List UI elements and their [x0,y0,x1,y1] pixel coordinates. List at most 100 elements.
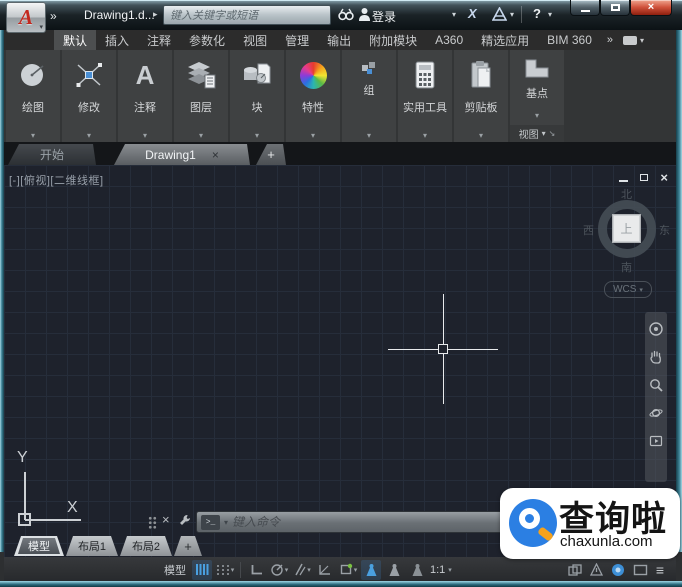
hardware-acceleration-icon[interactable] [611,563,625,577]
quick-access-overflow-button[interactable]: » [50,9,57,23]
layout-tab-layout1[interactable]: 布局1 [66,536,118,556]
quick-access-expand-icon[interactable]: ▸ [153,9,158,20]
compass-south[interactable]: 南 [621,259,632,275]
graphics-performance-icon[interactable] [590,563,603,576]
panel-annotate[interactable]: A 注释 ▾ [118,50,172,142]
ribbon-tab-bim360[interactable]: BIM 360 [538,30,601,50]
viewport-minimize-icon[interactable] [619,180,628,182]
panel-flyout-icon[interactable]: ▾ [174,131,228,140]
ribbon-tab-parametric[interactable]: 参数化 [180,30,234,50]
snap-mode-toggle[interactable]: ▾ [215,560,235,580]
command-dock-grip[interactable] [148,516,157,530]
panel-flyout-icon[interactable]: ▾ [510,111,564,120]
command-prompt-icon[interactable]: >_ [201,515,220,530]
view-panel-title[interactable]: 视图 ▾ ↘ [510,125,564,142]
user-icon[interactable] [358,7,371,27]
panel-flyout-icon[interactable]: ▾ [62,131,116,140]
new-drawing-tab-button[interactable]: + [256,144,286,165]
model-space-button[interactable]: 模型 [164,562,186,578]
panel-flyout-icon[interactable]: ▾ [230,131,284,140]
compass-north[interactable]: 北 [621,186,632,202]
scale-chevron-icon[interactable]: ▾ [448,566,452,574]
a360-chevron-icon[interactable]: ▾ [510,10,514,19]
ribbon-tab-annotate[interactable]: 注释 [138,30,180,50]
panel-flyout-icon[interactable]: ▾ [342,131,396,140]
recent-commands-chevron-icon[interactable]: ▾ [224,518,228,527]
search-input[interactable] [164,7,330,25]
object-snap-toggle[interactable]: ▾ [338,560,358,580]
viewport-menu-control[interactable]: [-] [9,175,20,187]
panel-utilities[interactable]: 实用工具 ▾ [398,50,452,142]
wcs-dropdown[interactable]: WCS ▾ [604,281,652,298]
annotation-scale-value[interactable]: 1:1 [430,564,445,576]
autodesk-exchange-icon[interactable]: X [468,6,477,21]
panel-draw[interactable]: 绘图 ▾ [6,50,60,142]
close-button[interactable]: × [630,0,672,16]
ribbon-tab-view[interactable]: 视图 [234,30,276,50]
panel-launcher-icon[interactable]: ↘ [549,129,556,138]
isometric-drafting-toggle[interactable]: ▾ [292,560,312,580]
showmotion-icon[interactable] [649,434,663,448]
file-tab-drawing1[interactable]: Drawing1 × [114,144,250,165]
help-icon[interactable]: ? [533,6,541,21]
new-layout-button[interactable]: + [174,536,202,556]
isolate-objects-icon[interactable] [568,564,582,576]
annotation-autoscale-toggle[interactable] [384,560,404,580]
customization-menu-icon[interactable]: ≡ [656,562,664,578]
panel-flyout-icon[interactable]: ▾ [454,131,508,140]
ribbon-tab-default[interactable]: 默认 [54,30,96,50]
file-tab-start[interactable]: 开始 [8,144,96,165]
panel-layers[interactable]: 图层 ▾ [174,50,228,142]
full-navigation-wheel-icon[interactable] [649,322,663,336]
clean-screen-icon[interactable] [633,564,648,576]
sign-in-button[interactable]: 登录 [372,8,396,25]
polar-tracking-toggle[interactable]: ▾ [269,560,289,580]
panel-flyout-icon[interactable]: ▾ [398,131,452,140]
panel-clipboard[interactable]: 剪贴板 ▾ [454,50,508,142]
panel-properties[interactable]: 特性 ▾ [286,50,340,142]
ortho-mode-toggle[interactable] [246,560,266,580]
ribbon-tab-featured-apps[interactable]: 精选应用 [472,30,538,50]
minimize-button[interactable] [570,0,600,16]
ribbon-tab-insert[interactable]: 插入 [96,30,138,50]
viewport-restore-icon[interactable] [640,174,648,181]
file-tab-close-icon[interactable]: × [212,148,219,162]
view-control[interactable]: [俯视] [20,175,50,187]
zoom-icon[interactable] [649,378,663,392]
help-chevron-icon[interactable]: ▾ [548,10,552,19]
annotation-visibility-toggle[interactable] [361,560,381,580]
object-snap-tracking-toggle[interactable] [315,560,335,580]
command-input[interactable] [232,515,517,529]
panel-modify[interactable]: 修改 ▾ [62,50,116,142]
layout-tab-model[interactable]: 模型 [14,536,64,556]
ribbon-tab-addins[interactable]: 附加模块 [360,30,426,50]
ribbon-tabs-overflow-icon[interactable]: » [601,30,619,50]
layout-tab-layout2[interactable]: 布局2 [120,536,172,556]
maximize-button[interactable] [600,0,630,16]
viewcube-top-face[interactable]: 上 [612,214,641,243]
panel-flyout-icon[interactable]: ▾ [286,131,340,140]
ribbon-tab-a360[interactable]: A360 [426,30,472,50]
annotation-scale-icon[interactable] [407,560,427,580]
grid-display-toggle[interactable] [192,560,212,580]
search-binoculars-icon[interactable] [338,7,354,27]
sign-in-chevron-icon[interactable]: ▾ [452,10,456,19]
command-dock-close-icon[interactable]: × [162,512,170,527]
panel-flyout-icon[interactable]: ▾ [6,131,60,140]
viewport-close-icon[interactable]: × [660,171,668,184]
ribbon-tab-output[interactable]: 输出 [318,30,360,50]
ribbon-display-toggle[interactable]: ▾ [619,30,648,50]
visual-style-control[interactable]: [二维线框] [50,175,103,187]
a360-connect-icon[interactable] [492,7,507,26]
ribbon-tab-manage[interactable]: 管理 [276,30,318,50]
application-menu-button[interactable]: A ▾ [6,2,46,33]
compass-east[interactable]: 东 [659,222,670,238]
command-customize-wrench-icon[interactable] [178,513,192,532]
panel-flyout-icon[interactable]: ▾ [118,131,172,140]
panel-block[interactable]: 块 ▾ [230,50,284,142]
panel-group[interactable]: 组 ▾ [342,50,396,142]
orbit-icon[interactable] [649,406,663,420]
panel-basepoint[interactable]: 基点 ▾ 视图 ▾ ↘ [510,50,564,142]
pan-hand-icon[interactable] [649,350,663,364]
compass-west[interactable]: 西 [583,222,594,238]
